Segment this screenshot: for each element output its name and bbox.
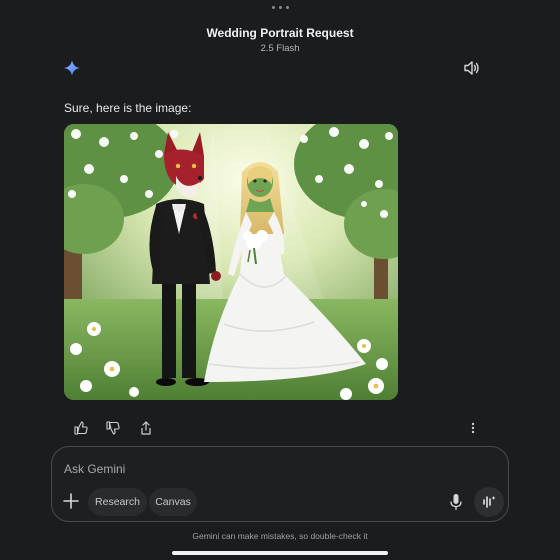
response-text: Sure, here is the image: xyxy=(64,101,192,115)
thumbs-up-icon[interactable] xyxy=(74,421,88,435)
canvas-chip[interactable]: Canvas xyxy=(149,488,197,516)
home-indicator[interactable] xyxy=(172,551,388,555)
more-options-dots-icon[interactable] xyxy=(270,3,290,11)
generated-image[interactable] xyxy=(64,124,398,400)
live-audio-button[interactable] xyxy=(474,487,504,517)
speaker-icon[interactable] xyxy=(463,60,481,76)
conversation-title: Wedding Portrait Request xyxy=(206,26,354,40)
plus-icon[interactable] xyxy=(62,492,80,510)
more-vertical-icon[interactable] xyxy=(466,421,480,435)
prompt-input[interactable]: Ask Gemini xyxy=(64,462,125,476)
model-label[interactable]: 2.5 Flash xyxy=(0,43,560,54)
disclaimer-text: Gemini can make mistakes, so double-chec… xyxy=(192,531,368,541)
gemini-sparkle-icon xyxy=(64,60,80,76)
research-chip[interactable]: Research xyxy=(88,488,147,516)
thumbs-down-icon[interactable] xyxy=(106,421,120,435)
live-audio-icon xyxy=(483,496,496,508)
share-icon[interactable] xyxy=(139,421,153,435)
microphone-icon[interactable] xyxy=(449,493,463,511)
wedding-portrait-illustration xyxy=(64,124,398,400)
